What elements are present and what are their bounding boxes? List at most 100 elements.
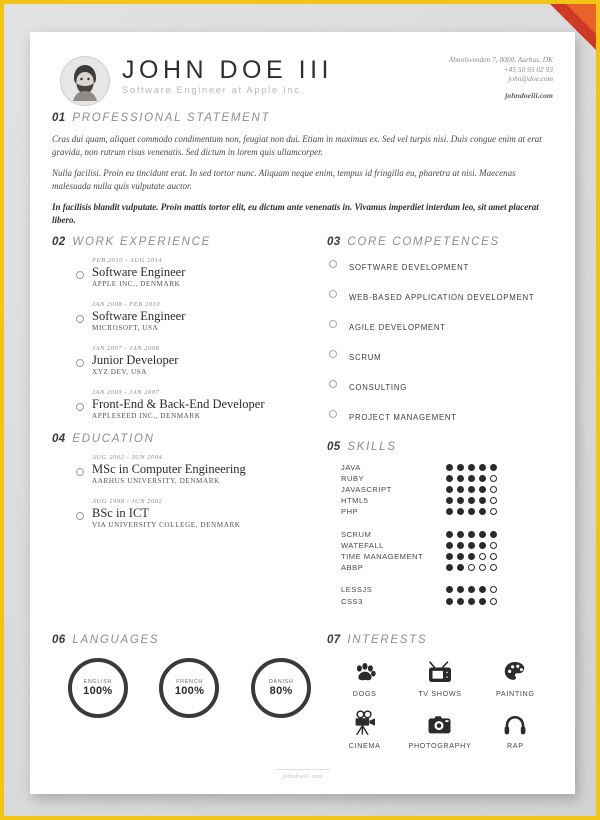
- name-block: JOHN DOE III Software Engineer at Apple …: [122, 56, 333, 96]
- statement-body: Cras dui quam, aliquet commodo condiment…: [52, 133, 553, 227]
- rating-dot-icon: [446, 474, 453, 482]
- rating-dot-icon: [468, 553, 475, 561]
- competence-item: CONSULTING: [327, 377, 553, 395]
- television-icon: [427, 658, 453, 684]
- section-interests: 07 INTERESTS DOGS TV SHOWS PAINTING CINEMA P…: [327, 634, 553, 750]
- language-ring: ENGLISH 100%: [67, 657, 128, 718]
- skill-group: SCRUM WATEFALL TIME MANAGEMENT ABBP: [327, 529, 553, 574]
- rating-dot-icon: [490, 553, 497, 561]
- section-heading: 05 SKILLS: [327, 441, 553, 453]
- work-entry: FEB 2010 - AUG 2014 Software Engineer APPL…: [52, 257, 327, 288]
- entry-organization: VIA UNIVERSITY COLLEGE, DENMARK: [92, 520, 241, 529]
- rating-dot-icon: [479, 586, 486, 594]
- language-list: ENGLISH 100% FRENCH 100% DANISH 80%: [52, 657, 327, 718]
- rating-dot-icon: [479, 530, 486, 538]
- skill-dot-column: [446, 584, 501, 606]
- interest-item: PHOTOGRAPHY: [404, 710, 476, 750]
- entry-date: AUG 1998 - JUN 2002: [92, 497, 163, 505]
- rating-dot-icon: [468, 597, 475, 605]
- rating-dot-icon: [457, 586, 464, 594]
- bullet-icon: [329, 289, 337, 298]
- skill-label: WATEFALL: [341, 540, 384, 550]
- language-ring: FRENCH 100%: [159, 657, 220, 718]
- contact-email[interactable]: john@doe.com: [449, 74, 553, 84]
- rating-dot-icon: [457, 508, 464, 516]
- rating-dot-icon: [479, 553, 486, 561]
- section-title: LANGUAGES: [72, 633, 160, 646]
- rating-dot-icon: [490, 497, 497, 505]
- interest-label: PAINTING: [496, 688, 535, 698]
- section-heading: 03 CORE COMPETENCES: [327, 236, 553, 248]
- skill-label: RUBY: [341, 473, 365, 483]
- rating-dot-icon: [446, 541, 453, 549]
- work-entry-list: FEB 2010 - AUG 2014 Software Engineer APPL…: [52, 257, 327, 420]
- entry-role: Software Engineer: [92, 308, 186, 323]
- section-heading: 04 EDUCATION: [52, 433, 327, 445]
- work-entry: JAN 2003 - JAN 2007 Front-End & Back-End …: [52, 389, 327, 420]
- bullet-icon: [329, 409, 337, 418]
- rating-dot-icon: [490, 530, 497, 538]
- interest-item: CINEMA: [329, 710, 401, 750]
- competence-item: AGILE DEVELOPMENT: [327, 317, 553, 335]
- interest-label: PHOTOGRAPHY: [408, 740, 472, 750]
- skill-rating: [446, 462, 501, 473]
- job-subtitle: Software Engineer at Apple Inc.: [122, 85, 305, 96]
- section-number: 02: [52, 235, 66, 248]
- section-title: INTERESTS: [347, 633, 428, 646]
- entry-date: JAN 2007 - JAN 2008: [92, 344, 160, 352]
- section-title: WORK EXPERIENCE: [72, 235, 212, 248]
- competence-label: AGILE DEVELOPMENT: [349, 322, 446, 332]
- skill-label: CSS3: [341, 596, 363, 606]
- competence-label: WEB-BASED APPLICATION DEVELOPMENT: [349, 292, 535, 302]
- rating-dot-icon: [457, 463, 464, 471]
- headphones-icon: [503, 710, 527, 736]
- rating-dot-icon: [457, 474, 464, 482]
- contact-website[interactable]: johndoeiii.com: [449, 91, 553, 101]
- skill-label: SCRUM: [341, 529, 372, 539]
- section-number: 04: [52, 432, 66, 445]
- skill-rating: [446, 584, 501, 595]
- competence-label: PROJECT MANAGEMENT: [349, 412, 457, 422]
- education-entry-list: AUG 2002 - JUN 2004 MSc in Computer Engin…: [52, 454, 327, 529]
- skill-dot-column: [446, 529, 501, 574]
- rating-dot-icon: [457, 553, 464, 561]
- education-entry: AUG 1998 - JUN 2002 BSc in ICT VIA UNIVERS…: [52, 498, 327, 529]
- skill-label: ABBP: [341, 563, 364, 573]
- competence-label: CONSULTING: [349, 382, 408, 392]
- rating-dot-icon: [490, 508, 497, 516]
- rating-dot-icon: [468, 486, 475, 494]
- skill-label: TIME MANAGEMENT: [341, 551, 424, 561]
- rating-dot-icon: [490, 597, 497, 605]
- section-work-experience: 02 WORK EXPERIENCE FEB 2010 - AUG 2014 So…: [52, 236, 327, 420]
- interest-list: DOGS TV SHOWS PAINTING CINEMA PHOTOGRAPHY RAP: [327, 658, 553, 750]
- skill-label: JAVA: [341, 462, 361, 472]
- statement-paragraph-bold: In facilisis blandit vulputate. Proin ma…: [52, 202, 539, 225]
- entry-organization: XYZ DEV, USA: [92, 367, 147, 376]
- paw-icon: [353, 658, 377, 684]
- contact-address: Åbnolsvenden 7, 8000, Aarhus, DK: [448, 55, 553, 64]
- rating-dot-icon: [468, 564, 475, 572]
- skill-label: HTML5: [341, 496, 369, 506]
- timeline-bullet-icon: [76, 511, 84, 520]
- section-heading: 02 WORK EXPERIENCE: [52, 236, 327, 248]
- interest-label: DOGS: [352, 688, 377, 698]
- skill-group: JAVA RUBY JAVASCRIPT HTML5 PHP: [327, 462, 553, 518]
- entry-date: AUG 2002 - JUN 2004: [92, 453, 163, 461]
- section-title: SKILLS: [347, 440, 397, 453]
- section-education: 04 EDUCATION AUG 2002 - JUN 2004 MSc in C…: [52, 433, 327, 529]
- rating-dot-icon: [446, 586, 453, 594]
- avatar: [60, 56, 110, 106]
- contact-phone[interactable]: +45 50 93 02 93: [449, 65, 553, 75]
- language-ring: DANISH 80%: [251, 657, 312, 718]
- competence-item: WEB-BASED APPLICATION DEVELOPMENT: [327, 287, 553, 305]
- interest-item: TV SHOWS: [404, 658, 476, 698]
- section-heading: 07 INTERESTS: [327, 634, 553, 646]
- skill-name-column: LESSJS CSS3: [327, 584, 446, 606]
- rating-dot-icon: [446, 553, 453, 561]
- skill-name-column: SCRUM WATEFALL TIME MANAGEMENT ABBP: [327, 529, 446, 574]
- entry-date: JAN 2003 - JAN 2007: [92, 388, 160, 396]
- timeline-bullet-icon: [76, 270, 84, 279]
- section-title: CORE COMPETENCES: [347, 235, 500, 248]
- rating-dot-icon: [446, 508, 453, 516]
- rating-dot-icon: [468, 530, 475, 538]
